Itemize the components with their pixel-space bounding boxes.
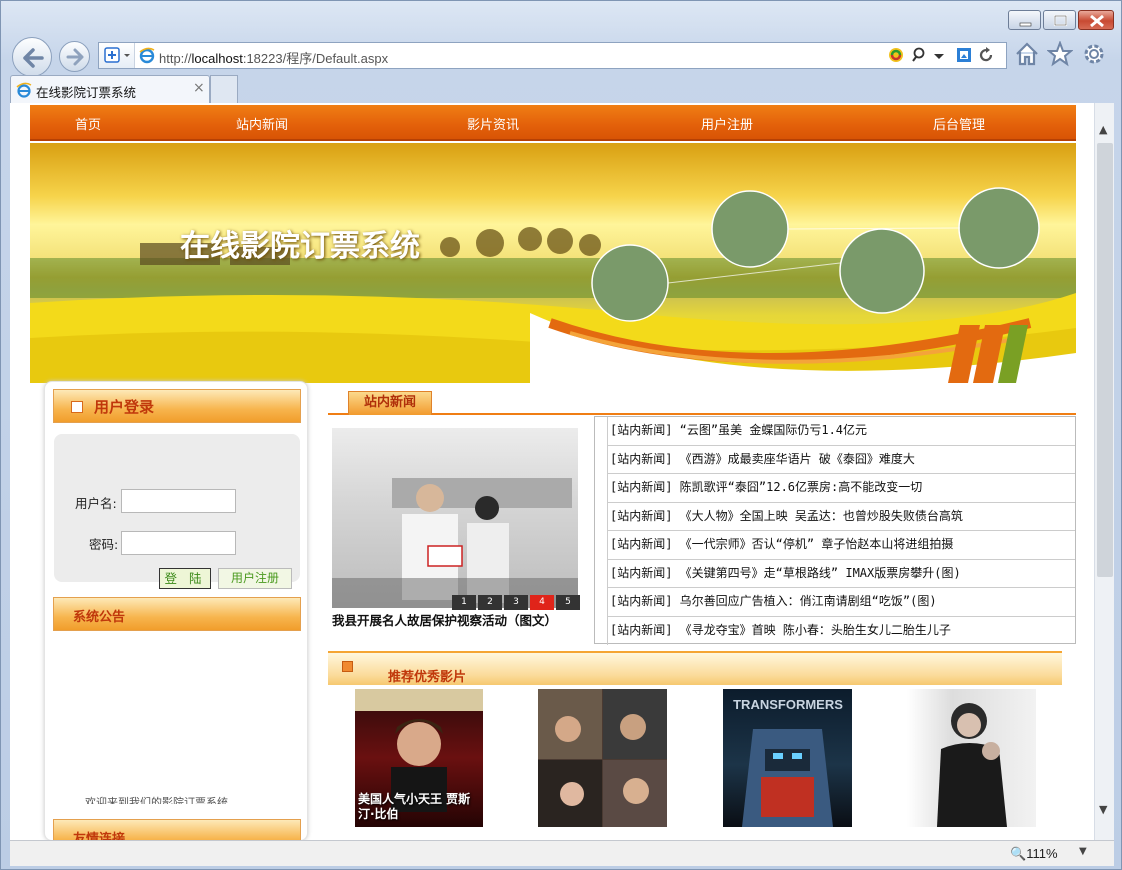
announcement-title: 系统公告 bbox=[73, 610, 126, 625]
menu-user-register[interactable]: 用户注册 bbox=[701, 114, 753, 133]
news-photo-image bbox=[332, 478, 578, 608]
photo-page-3[interactable]: 3 bbox=[504, 595, 528, 610]
username-label: 用户名: bbox=[75, 496, 117, 511]
login-title: 用户登录 bbox=[94, 398, 155, 416]
tab-ie-icon bbox=[16, 82, 32, 98]
photo-caption[interactable]: 我县开展名人故居保护视察活动（图文） bbox=[332, 610, 557, 629]
announcement-header: 系统公告 bbox=[53, 597, 301, 631]
news-item[interactable]: [站内新闻] 《大人物》全国上映 吴孟达：也曾炒股失败债台高筑 bbox=[607, 502, 1075, 531]
login-header-icon bbox=[71, 401, 83, 413]
news-photo[interactable] bbox=[332, 428, 578, 608]
movie-poster-2[interactable] bbox=[538, 689, 667, 827]
gear-icon[interactable] bbox=[1081, 41, 1107, 67]
username-input[interactable] bbox=[121, 489, 236, 513]
friend-links-header: 友情连接 bbox=[53, 819, 301, 840]
compatibility-button[interactable] bbox=[99, 43, 135, 68]
home-icon[interactable] bbox=[1014, 41, 1040, 67]
close-window-button[interactable] bbox=[1078, 10, 1114, 30]
compatibility-view-icon[interactable] bbox=[887, 46, 905, 64]
dropdown-icon[interactable] bbox=[933, 46, 945, 64]
menu-admin[interactable]: 后台管理 bbox=[933, 114, 985, 133]
news-item[interactable]: [站内新闻] 乌尔善回应广告植入：俏江南请剧组“吃饭”(图) bbox=[607, 588, 1075, 617]
news-item[interactable]: [站内新闻] 《西游》成最卖座华语片 破《泰囧》难度大 bbox=[607, 445, 1075, 474]
login-header: 用户登录 bbox=[53, 389, 301, 423]
poster-3-text: TRANSFORMERS bbox=[733, 697, 843, 712]
scroll-up-icon[interactable]: ▲ bbox=[1099, 123, 1107, 136]
url-text[interactable]: http://localhost:18223/程序/Default.aspx bbox=[159, 48, 388, 67]
photo-page-5[interactable]: 5 bbox=[556, 595, 580, 610]
browser-window: http://localhost:18223/程序/Default.aspx 在… bbox=[0, 0, 1122, 870]
recommend-header: 推荐优秀影片 bbox=[328, 651, 1062, 685]
news-tab-bar: 站内新闻 bbox=[328, 391, 1076, 415]
zoom-level[interactable]: 🔍111% bbox=[1010, 846, 1058, 862]
movie-poster-4[interactable] bbox=[907, 689, 1036, 827]
photo-page-4[interactable]: 4 bbox=[530, 595, 554, 610]
address-bar[interactable]: http://localhost:18223/程序/Default.aspx bbox=[98, 42, 1007, 69]
news-item[interactable]: [站内新闻] 《寻龙夺宝》首映 陈小春：头胎生女儿二胎生儿子 bbox=[607, 616, 1075, 645]
friend-links-title: 友情连接 bbox=[73, 832, 126, 840]
register-button[interactable]: 用户注册 bbox=[218, 568, 292, 589]
tab-site-news[interactable]: 站内新闻 bbox=[348, 391, 432, 415]
left-sidebar: 用户登录 用户名: 密码: 登 陆 用户注册 系统公告 欢迎来到我们的影院订票系… bbox=[44, 381, 308, 840]
login-form: 用户名: 密码: 登 陆 用户注册 bbox=[54, 434, 300, 589]
announcement-text: 欢迎来到我们的影院订票系统 bbox=[85, 796, 228, 804]
forward-button[interactable] bbox=[59, 41, 90, 72]
status-bar: 🔍111% ▼ bbox=[10, 840, 1114, 866]
news-item[interactable]: [站内新闻] 《一代宗师》否认“停机” 章子怡赵本山将进组拍摄 bbox=[607, 531, 1075, 560]
news-item[interactable]: [站内新闻] 陈凯歌评“泰囧”12.6亿票房:高不能改变一切 bbox=[607, 474, 1075, 503]
tab-title: 在线影院订票系统 bbox=[36, 85, 137, 100]
photo-pager: 12345 bbox=[450, 593, 580, 610]
rss-icon[interactable] bbox=[955, 46, 973, 64]
maximize-button[interactable] bbox=[1043, 10, 1076, 30]
refresh-icon[interactable] bbox=[977, 46, 995, 64]
search-icon[interactable] bbox=[911, 46, 929, 64]
poster-2-image bbox=[538, 689, 667, 827]
menu-home[interactable]: 首页 bbox=[75, 114, 101, 133]
new-tab-button[interactable] bbox=[210, 75, 238, 103]
top-menu: 首页 站内新闻 影片资讯 用户注册 后台管理 bbox=[30, 105, 1076, 141]
minimize-button[interactable] bbox=[1008, 10, 1041, 30]
menu-film-info[interactable]: 影片资讯 bbox=[467, 114, 519, 133]
photo-page-2[interactable]: 2 bbox=[478, 595, 502, 610]
recommend-title: 推荐优秀影片 bbox=[388, 670, 467, 685]
news-list: [站内新闻] “云图”虽美 金蝶国际仍亏1.4亿元 [站内新闻] 《西游》成最卖… bbox=[594, 416, 1076, 645]
password-label: 密码: bbox=[89, 537, 119, 552]
tab-close-icon[interactable]: × bbox=[193, 80, 205, 96]
ie-page-icon bbox=[139, 47, 155, 64]
poster-4-image bbox=[937, 703, 1007, 827]
page-viewport: 首页 站内新闻 影片资讯 用户注册 后台管理 在线影院订票系统 用户登录 用户名… bbox=[10, 103, 1094, 840]
vertical-scrollbar[interactable]: ▲ ▼ bbox=[1094, 103, 1114, 840]
movie-poster-3[interactable]: TRANSFORMERS bbox=[723, 689, 852, 827]
favorites-star-icon[interactable] bbox=[1047, 41, 1073, 67]
header-banner: 在线影院订票系统 bbox=[30, 143, 1076, 383]
tab-active[interactable]: 在线影院订票系统 × bbox=[10, 75, 210, 103]
password-input[interactable] bbox=[121, 531, 236, 555]
scrollbar-thumb[interactable] bbox=[1097, 143, 1113, 577]
poster-1-text: 美国人气小天王 贾斯汀·比伯 bbox=[358, 792, 471, 821]
banner-title: 在线影院订票系统 bbox=[180, 229, 420, 264]
movie-poster-1[interactable]: 美国人气小天王 贾斯汀·比伯 bbox=[355, 689, 483, 827]
login-button[interactable]: 登 陆 bbox=[159, 568, 211, 589]
scroll-down-icon[interactable]: ▼ bbox=[1099, 803, 1107, 816]
menu-site-news[interactable]: 站内新闻 bbox=[236, 114, 288, 133]
back-button[interactable] bbox=[12, 37, 52, 77]
news-item[interactable]: [站内新闻] “云图”虽美 金蝶国际仍亏1.4亿元 bbox=[607, 417, 1075, 446]
zoom-dropdown-icon[interactable]: ▼ bbox=[1079, 846, 1087, 857]
recommend-header-icon bbox=[342, 661, 353, 672]
news-item[interactable]: [站内新闻] 《关键第四号》走“草根路线” IMAX版票房攀升(图) bbox=[607, 559, 1075, 588]
photo-page-1[interactable]: 1 bbox=[452, 595, 476, 610]
